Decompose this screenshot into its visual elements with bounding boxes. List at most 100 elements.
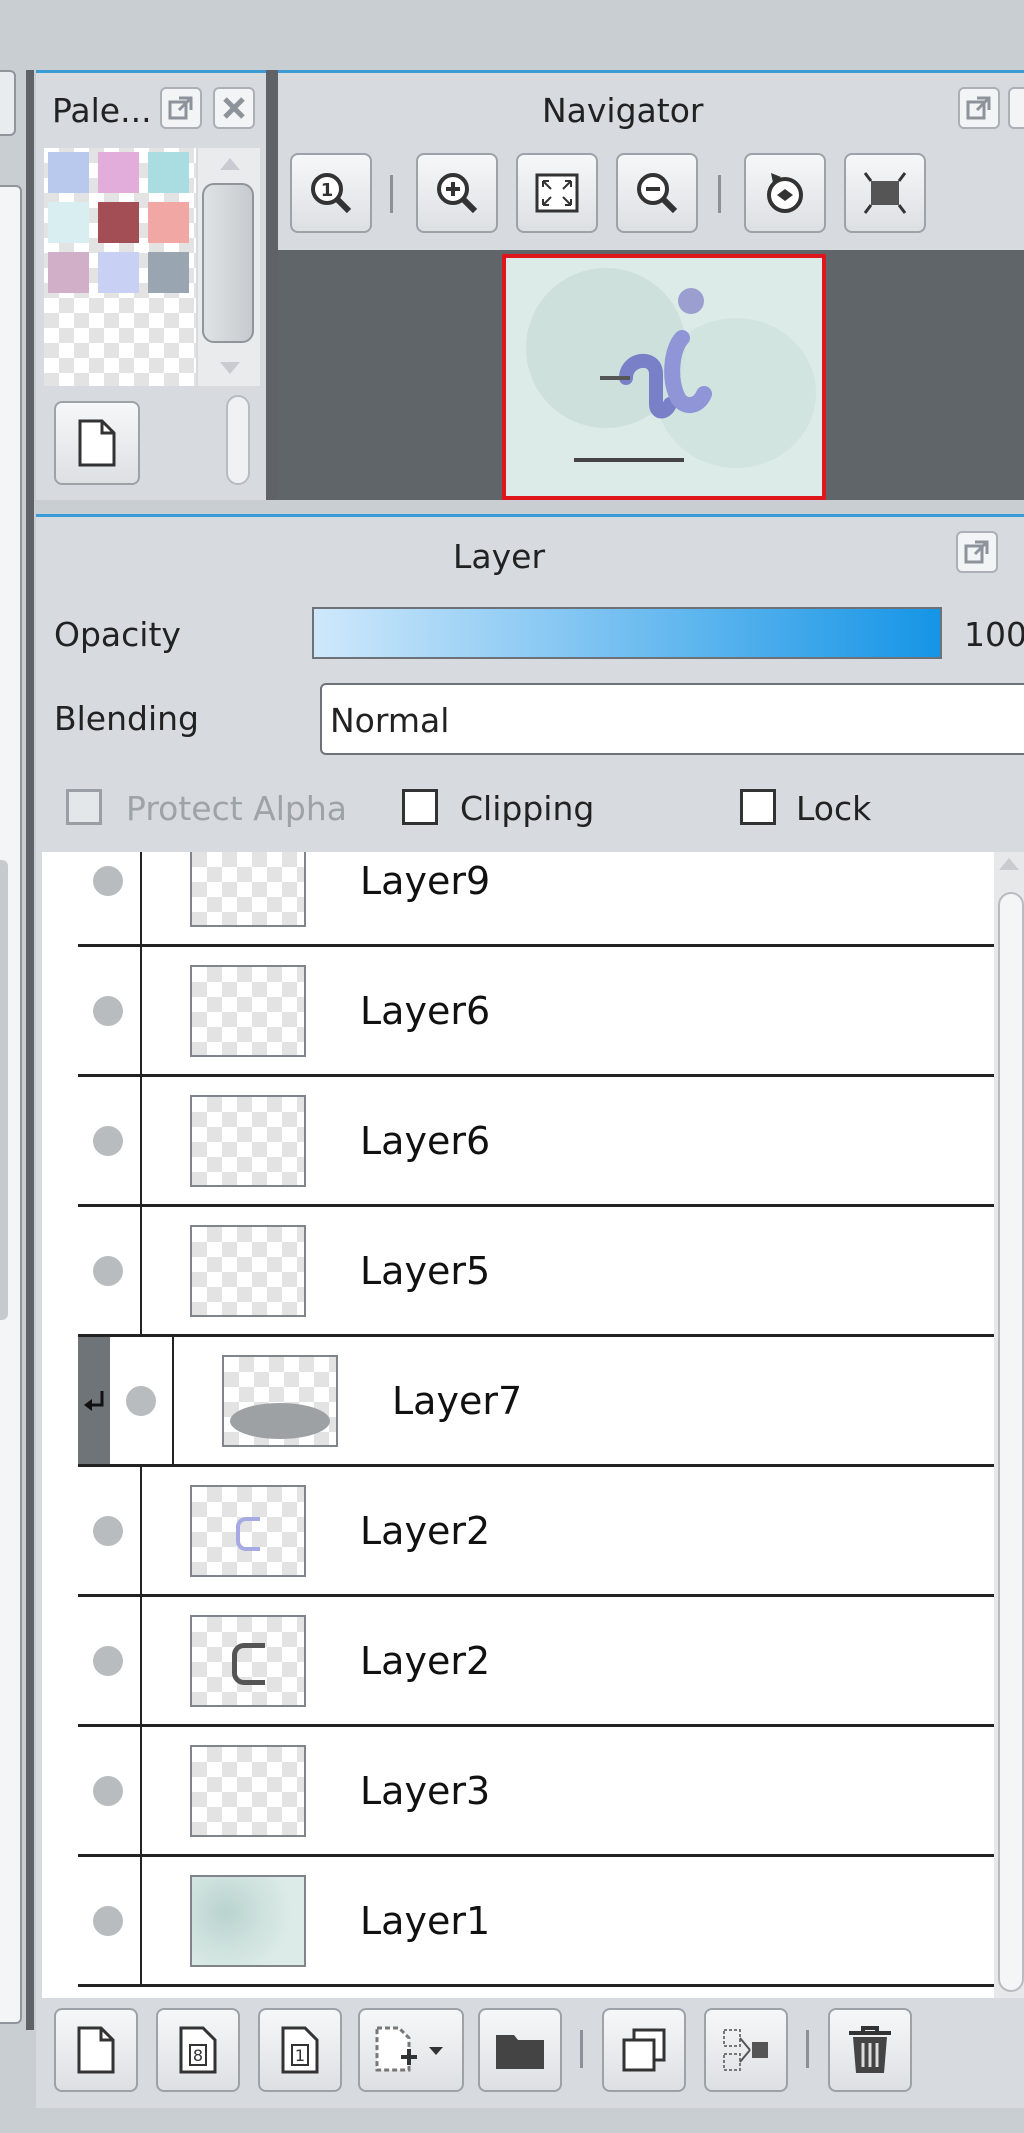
new-1bit-layer-button[interactable]: 1 bbox=[258, 2008, 342, 2092]
zoom-out-button[interactable] bbox=[616, 153, 698, 233]
color-swatch[interactable] bbox=[148, 252, 189, 293]
svg-text:1: 1 bbox=[295, 2046, 305, 2065]
layer-scrollbar-track[interactable] bbox=[994, 852, 1024, 1998]
layer-thumbnail bbox=[190, 965, 306, 1057]
layer-name: Layer2 bbox=[360, 1508, 491, 1553]
rotate-button[interactable] bbox=[744, 153, 826, 233]
layer-scrollbar-thumb[interactable] bbox=[998, 892, 1024, 1992]
layer-row-clipped[interactable]: Layer7 bbox=[78, 1337, 1024, 1467]
color-swatch[interactable] bbox=[148, 202, 189, 243]
clip-arrow-icon bbox=[84, 1391, 104, 1411]
rotate-icon bbox=[767, 173, 803, 213]
layer-thumbnail bbox=[190, 1615, 306, 1707]
clipping-label: Clipping bbox=[460, 789, 595, 828]
layer-title: Layer bbox=[453, 537, 546, 576]
layer-detach-icon[interactable] bbox=[956, 531, 998, 573]
layer-row[interactable]: Layer6 bbox=[78, 947, 1024, 1077]
navigator-close-icon[interactable] bbox=[1008, 87, 1024, 129]
visibility-icon[interactable] bbox=[93, 1775, 123, 1806]
navigator-preview-area[interactable] bbox=[278, 250, 1024, 500]
thumbnail-mark bbox=[232, 1643, 265, 1685]
scroll-down-arrow-icon[interactable] bbox=[220, 362, 240, 374]
row-divider bbox=[140, 1727, 142, 1854]
row-divider bbox=[140, 852, 142, 944]
scroll-up-arrow-icon[interactable] bbox=[220, 158, 240, 170]
palette-scrollbar-track[interactable] bbox=[198, 148, 260, 386]
layer-thumbnail bbox=[222, 1355, 338, 1447]
lock-checkbox[interactable] bbox=[740, 789, 776, 825]
layer-row[interactable]: Layer2 bbox=[78, 1597, 1024, 1727]
fit-window-icon bbox=[535, 173, 579, 213]
add-layer-menu-button[interactable] bbox=[358, 2008, 464, 2092]
navigator-detach-icon[interactable] bbox=[958, 87, 1000, 129]
delete-layer-button[interactable] bbox=[828, 2008, 912, 2092]
layer-row[interactable]: Layer9 bbox=[78, 852, 1024, 947]
layer-panel-header: Layer bbox=[36, 517, 1024, 587]
visibility-icon[interactable] bbox=[93, 865, 123, 896]
layer-row[interactable]: Layer2 bbox=[78, 1467, 1024, 1597]
visibility-icon[interactable] bbox=[126, 1385, 156, 1416]
merge-down-button[interactable] bbox=[704, 2008, 788, 2092]
close-icon[interactable] bbox=[213, 87, 255, 129]
color-swatch[interactable] bbox=[48, 252, 89, 293]
palette-small-scrollbar[interactable] bbox=[226, 395, 250, 485]
zoom-actual-size-button[interactable]: 1 bbox=[290, 153, 372, 233]
color-swatch[interactable] bbox=[98, 152, 139, 193]
fit-window-button[interactable] bbox=[516, 153, 598, 233]
new-8bit-layer-button[interactable]: 8 bbox=[156, 2008, 240, 2092]
navigator-canvas-thumbnail[interactable] bbox=[502, 254, 826, 500]
protect-alpha-checkbox[interactable] bbox=[66, 789, 102, 825]
swatch-grid bbox=[48, 152, 189, 293]
color-swatch[interactable] bbox=[48, 202, 89, 243]
zoom-in-button[interactable] bbox=[416, 153, 498, 233]
layer-row[interactable]: Layer1 bbox=[78, 1857, 1024, 1987]
visibility-icon[interactable] bbox=[93, 1905, 123, 1936]
scroll-up-arrow-icon[interactable] bbox=[999, 858, 1019, 870]
clipping-checkbox[interactable] bbox=[402, 789, 438, 825]
row-divider bbox=[140, 1207, 142, 1334]
color-swatch[interactable] bbox=[148, 152, 189, 193]
new-palette-button[interactable] bbox=[54, 401, 140, 485]
new-folder-button[interactable] bbox=[478, 2008, 562, 2092]
thumbnail-mark bbox=[236, 1517, 260, 1551]
layer-name: Layer1 bbox=[360, 1898, 491, 1943]
new-layer-button[interactable] bbox=[54, 2008, 138, 2092]
toolbar-separator bbox=[390, 175, 393, 213]
layer-thumbnail bbox=[190, 1485, 306, 1577]
layer-row[interactable]: Layer6 bbox=[78, 1077, 1024, 1207]
layer-row[interactable]: Layer5 bbox=[78, 1207, 1024, 1337]
duplicate-layer-button[interactable] bbox=[602, 2008, 686, 2092]
blending-label: Blending bbox=[54, 699, 200, 738]
fill-screen-button[interactable] bbox=[844, 153, 926, 233]
visibility-icon[interactable] bbox=[93, 1125, 123, 1156]
opacity-slider[interactable] bbox=[312, 607, 942, 659]
color-swatch[interactable] bbox=[98, 252, 139, 293]
visibility-icon[interactable] bbox=[93, 995, 123, 1026]
zoom-in-icon bbox=[437, 173, 478, 214]
opacity-label: Opacity bbox=[54, 615, 181, 654]
fill-screen-icon bbox=[863, 172, 907, 214]
row-divider bbox=[140, 947, 142, 1074]
color-swatch[interactable] bbox=[98, 202, 139, 243]
delete-layer-icon bbox=[849, 2026, 891, 2073]
layer-properties: Opacity 100 % Blending Normal Protect Al… bbox=[36, 587, 1024, 852]
palette-scrollbar-thumb[interactable] bbox=[202, 183, 254, 343]
color-swatch[interactable] bbox=[48, 152, 89, 193]
detach-icon[interactable] bbox=[160, 87, 202, 129]
visibility-icon[interactable] bbox=[93, 1255, 123, 1286]
layer-name: Layer5 bbox=[360, 1248, 491, 1293]
visibility-icon[interactable] bbox=[93, 1515, 123, 1546]
blending-select[interactable]: Normal bbox=[320, 683, 1024, 755]
row-divider bbox=[140, 1467, 142, 1594]
left-scrollbar-thumb[interactable] bbox=[0, 860, 8, 1320]
add-layer-menu-icon bbox=[375, 2026, 443, 2072]
layer-row[interactable]: Layer3 bbox=[78, 1727, 1024, 1857]
svg-text:8: 8 bbox=[193, 2046, 203, 2065]
new-1bit-layer-icon: 1 bbox=[281, 2026, 319, 2074]
layer-name: Layer6 bbox=[360, 988, 491, 1033]
layer-thumbnail bbox=[190, 852, 306, 927]
svg-text:1: 1 bbox=[321, 180, 334, 201]
layer-list: Layer9 Layer6 Layer6 Layer5 Layer7 Layer… bbox=[36, 852, 1024, 1998]
visibility-icon[interactable] bbox=[93, 1645, 123, 1676]
layer-name: Layer7 bbox=[392, 1378, 523, 1423]
